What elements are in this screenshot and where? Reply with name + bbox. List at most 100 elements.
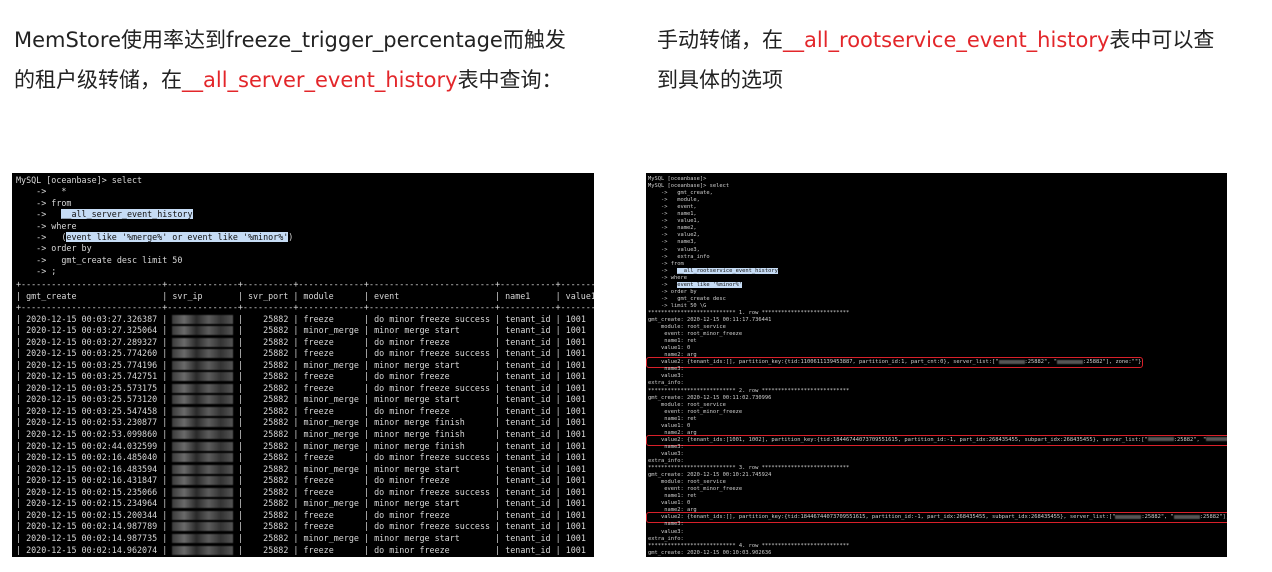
cell-event: do minor freeze success | [374,348,506,359]
code-text: value2: {tenant_ids:[], partition_key:{t… [648,514,1116,521]
output-line: value3: [648,528,684,535]
table-row: | 2020-12-15 00:03:27.289327 | | 25882 |… [16,337,586,348]
output-line: -> where [648,274,687,281]
code-text: value2: {tenant_ids:[], partition_key:{t… [648,359,999,366]
cell-event: do minor freeze | [374,371,506,382]
blurred-svr-ip [172,545,233,555]
blurred-svr-ip [172,349,233,359]
cell-name1: tenant_id | [505,498,566,509]
cell-event: minor merge finish | [374,429,506,439]
query-line: -> * [16,186,67,197]
cell-event: minor merge start | [374,359,506,370]
table-row: | 2020-12-15 00:02:16.431847 | | 25882 |… [16,475,586,486]
cell-value1: 1001 [565,313,586,324]
heading-text: 手动转储，在 [657,28,783,52]
blurred-svr-ip [172,464,233,474]
blurred-svr-ip [172,418,233,428]
output-line: extra_info: [648,458,684,464]
cell-gmt-create: | 2020-12-15 00:02:15.235066 | [16,486,173,497]
cell-svr-port: | 25882 | [232,394,304,405]
output-line: name1: ret [648,493,697,500]
left-heading: MemStore使用率达到freeze_trigger_percentage而触… [14,20,574,100]
cell-gmt-create: | 2020-12-15 00:03:25.573175 | [16,382,173,393]
cell-event: do minor freeze | [374,544,506,555]
query-line: -> __all_server_event_history [16,209,193,220]
output-line: name2: arg [648,507,697,514]
blurred-ip [1115,514,1142,519]
cell-name1: tenant_id | [505,509,566,520]
table-row: | 2020-12-15 00:03:27.326387 | | 25882 |… [16,314,586,325]
output-line: event: root_minor_freeze [648,486,743,493]
output-line: module: root_service [648,324,726,331]
cell-svr-port: | 25882 | [232,463,304,474]
right-heading: 手动转储，在__all_rootservice_event_history表中可… [657,20,1217,100]
cell-module: minor_merge | [303,417,375,428]
cell-svr-port: | 25882 | [232,371,304,382]
query-line: -> ; [16,266,57,277]
cell-module: freeze | [303,521,375,532]
output-line: name2: arg [648,429,697,436]
cell-svr-port: | 25882 | [232,359,304,370]
output-line: -> gmt_create, [648,190,713,197]
table-row: | 2020-12-15 00:02:16.485040 | | 25882 |… [16,452,586,463]
cell-svr-port: | 25882 | [232,440,304,451]
code-text: -> [16,209,62,220]
cell-value1: 1001 [565,348,586,359]
output-line: value3: [648,373,684,380]
cell-gmt-create: | 2020-12-15 00:02:15.200344 | [16,509,173,520]
table-row: | 2020-12-15 00:03:27.325064 | | 25882 |… [16,325,586,336]
selected-text: event like '%merge%' or event like '%min… [66,232,289,242]
cell-svr-port: | 25882 | [232,452,304,463]
cell-gmt-create: | 2020-12-15 00:03:27.289327 | [16,336,173,347]
output-line: gmt_create: 2020-12-15 00:10:03.902636 [648,549,772,556]
column-header: | svr_port [237,290,294,301]
cell-event: minor merge start | [374,394,506,405]
column-header: | event [363,290,496,301]
blurred-svr-ip [172,453,233,463]
cell-value1: 1001 [565,325,586,336]
cell-value1: 1001 [565,452,586,463]
cell-gmt-create: | 2020-12-15 00:02:53.099860 | [16,429,173,439]
cell-event: do minor freeze success | [374,313,506,324]
cell-module: freeze | [303,486,375,497]
code-text: -> ( [16,232,67,242]
highlighted-value2-line: value2: {tenant_ids:[], partition_key:{t… [646,512,1227,524]
cell-value1: 1001 [565,486,586,497]
cell-gmt-create: | 2020-12-15 00:02:15.234964 | [16,498,173,509]
cell-name1: tenant_id | [505,486,566,497]
cell-module: freeze | [303,371,375,382]
cell-gmt-create: | 2020-12-15 00:02:14.962074 | [16,544,173,555]
output-line: name3: [648,366,684,373]
blurred-svr-ip [172,441,233,451]
cell-gmt-create: | 2020-12-15 00:03:25.573120 | [16,394,173,405]
table-row: | 2020-12-15 00:02:14.987789 | | 25882 |… [16,521,586,532]
table-row: | 2020-12-15 00:03:25.774260 | | 25882 |… [16,348,586,359]
cell-value1: 1001 [565,498,586,509]
cell-module: minor_merge | [303,325,375,336]
code-text: :25882", " [1024,359,1057,366]
output-line: -> order by [648,288,697,295]
table-row: | 2020-12-15 00:02:15.200344 | | 25882 |… [16,510,586,521]
cell-name1: tenant_id | [505,325,566,336]
code-text: value2: {tenant_ids:[1001, 1002], partit… [648,436,1148,443]
cell-gmt-create: | 2020-12-15 00:03:25.547458 | [16,405,173,416]
query-line: -> gmt_create desc limit 50 [16,254,183,265]
cell-svr-port: | 25882 | [232,336,304,347]
code-text: :25882", " [1141,514,1174,521]
cell-module: minor_merge | [303,498,375,509]
table-separator: +----------------------------+----------… [16,302,594,312]
cell-module: freeze | [303,405,375,416]
output-line: *************************** 4. row *****… [648,542,850,549]
cell-value1: 1001 [565,440,586,451]
cell-value1: 1001 [565,405,586,416]
output-line: event: root_minor_freeze [648,408,743,415]
cell-value1: 1001 [565,429,586,439]
cell-gmt-create: | 2020-12-15 00:02:53.230877 | [16,417,173,428]
cell-svr-port: | 25882 | [232,382,304,393]
highlighted-value2-line: value2: {tenant_ids:[1001, 1002], partit… [646,434,1227,446]
cell-value1: 1001 [565,371,586,382]
output-line: -> event like '%minor%' [648,281,743,289]
blurred-svr-ip [172,383,233,393]
blurred-svr-ip [172,522,233,532]
cell-gmt-create: | 2020-12-15 00:03:25.742751 | [16,371,173,382]
